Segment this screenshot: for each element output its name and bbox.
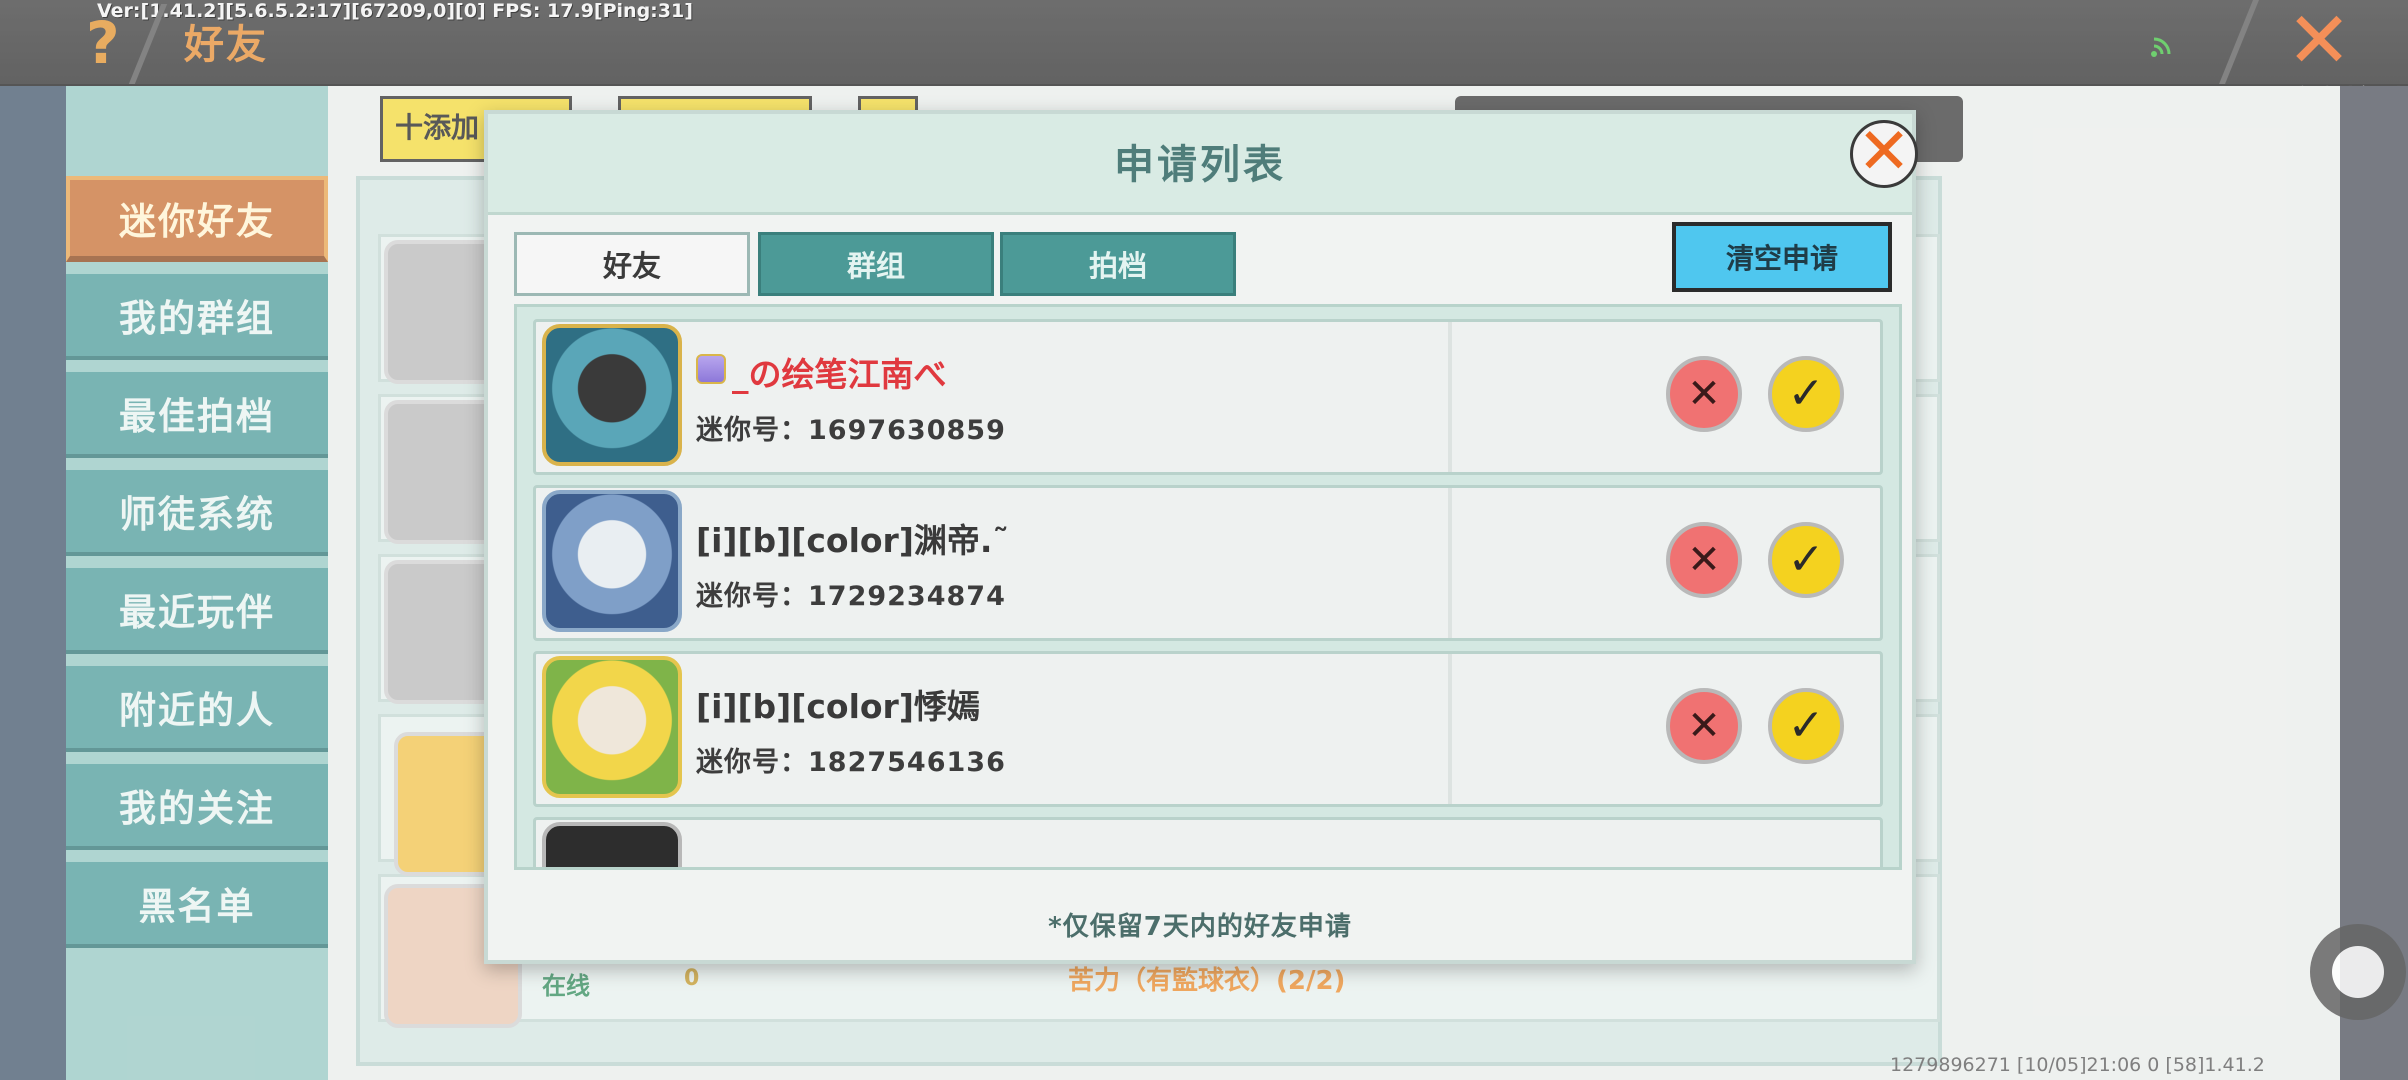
- requester-id: 迷你号：1729234874: [696, 581, 1006, 612]
- request-row: [533, 817, 1883, 867]
- request-list-dialog: 申请列表 ✕ 好友 群组 拍档 清空申请 _の绘笔江南べ 迷你号：1697630…: [484, 110, 1918, 964]
- divider: [1448, 654, 1452, 804]
- reject-button[interactable]: ✕: [1666, 522, 1742, 598]
- avatar[interactable]: [542, 490, 682, 632]
- divider: [1448, 322, 1452, 472]
- request-row: [i][b][color]悸嫣 迷你号：1827546136 ✕ ✓: [533, 651, 1883, 807]
- tab-partners[interactable]: 拍档: [1000, 232, 1236, 296]
- dialog-header: 申请列表: [488, 114, 1912, 215]
- requester-id: 迷你号：1697630859: [696, 415, 1006, 446]
- request-list: _の绘笔江南べ 迷你号：1697630859 ✕ ✓ [i][b][color]…: [514, 304, 1902, 870]
- requester-name: _の绘笔江南べ: [732, 355, 947, 394]
- requester-name: [i][b][color]悸嫣: [696, 687, 980, 726]
- accept-button[interactable]: ✓: [1768, 356, 1844, 432]
- avatar[interactable]: [542, 324, 682, 466]
- avatar[interactable]: [542, 656, 682, 798]
- tab-friends[interactable]: 好友: [514, 232, 750, 296]
- vip-badge-icon: [696, 354, 726, 384]
- dialog-title: 申请列表: [1114, 142, 1286, 188]
- clear-requests-button[interactable]: 清空申请: [1672, 222, 1892, 292]
- reject-button[interactable]: ✕: [1666, 688, 1742, 764]
- request-row: [i][b][color]渊帝.˜ 迷你号：1729234874 ✕ ✓: [533, 485, 1883, 641]
- accept-button[interactable]: ✓: [1768, 522, 1844, 598]
- tab-groups[interactable]: 群组: [758, 232, 994, 296]
- close-dialog-button[interactable]: ✕: [1850, 120, 1918, 188]
- requester-name: [i][b][color]渊帝.˜: [696, 521, 1009, 560]
- request-row: _の绘笔江南べ 迷你号：1697630859 ✕ ✓: [533, 319, 1883, 475]
- requester-id: 迷你号：1827546136: [696, 747, 1006, 778]
- accept-button[interactable]: ✓: [1768, 688, 1844, 764]
- retention-notice: *仅保留7天内的好友申请: [1048, 912, 1352, 942]
- divider: [1448, 488, 1452, 638]
- avatar[interactable]: [542, 822, 682, 867]
- reject-button[interactable]: ✕: [1666, 356, 1742, 432]
